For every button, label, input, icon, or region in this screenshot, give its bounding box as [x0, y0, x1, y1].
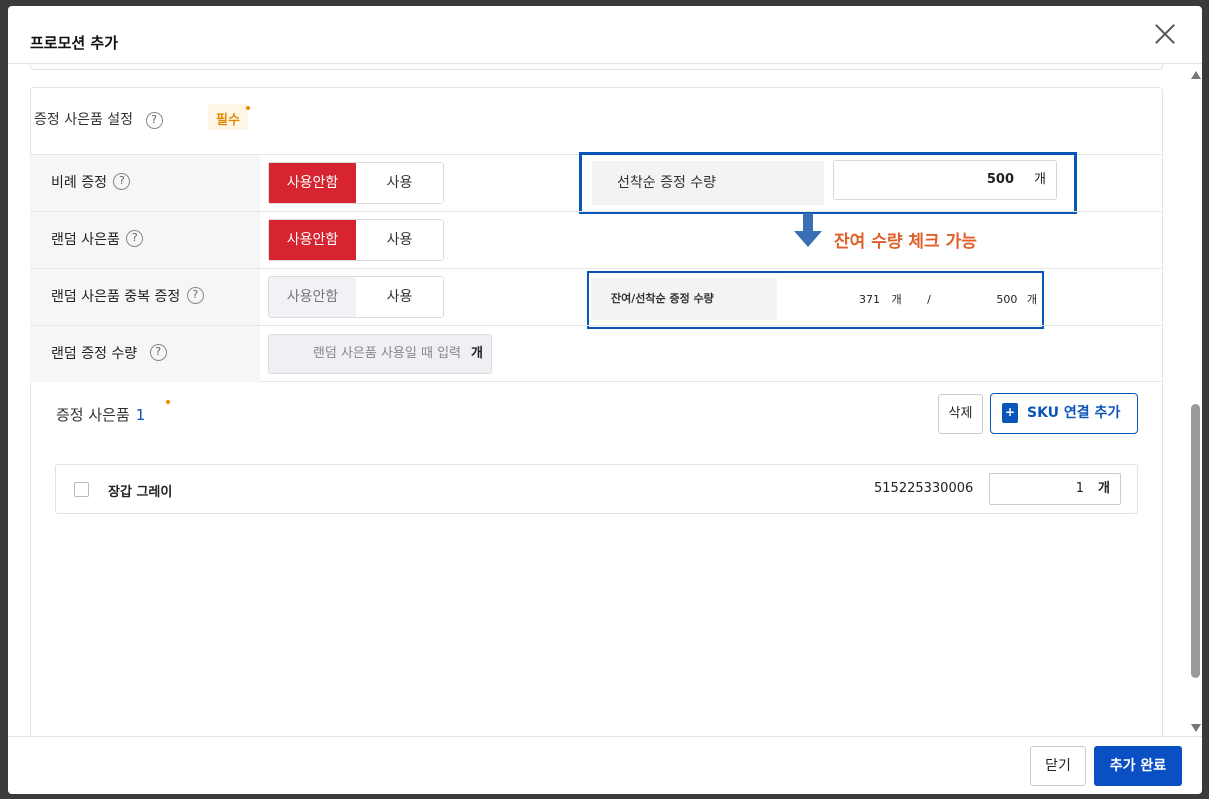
help-icon[interactable]: ? [145, 111, 163, 129]
unit-label: 개 [1098, 481, 1110, 496]
random-gift-toggle: 사용안함 사용 [268, 219, 444, 261]
document-add-icon [1002, 403, 1018, 423]
required-dot [166, 400, 170, 404]
gift-item-checkbox[interactable] [74, 482, 89, 497]
row-label: 비례 증정 ? [30, 155, 260, 211]
remaining-quantity-label: 잔여/선착순 증정 수량 [591, 278, 777, 320]
remaining-value: 371 [859, 293, 880, 306]
add-complete-button[interactable]: 추가 완료 [1094, 746, 1182, 786]
modal-title: 프로모션 추가 [30, 34, 119, 52]
first-come-quantity-input[interactable]: 500 개 [833, 160, 1057, 200]
gift-item-row: 장갑 그레이 515225330006 1 개 [55, 464, 1138, 514]
close-button[interactable]: 닫기 [1030, 746, 1086, 786]
unit-label: 개 [1034, 172, 1046, 187]
gift-settings-title-text: 증정 사은품 설정 [34, 112, 134, 128]
total-value: 500 [996, 293, 1018, 306]
random-gift-duplicate-toggle: 사용안함 사용 [268, 276, 444, 318]
row-label: 랜덤 사은품 ? [30, 212, 260, 268]
toggle-off-option[interactable]: 사용안함 [269, 220, 356, 260]
help-icon[interactable]: ? [113, 173, 131, 190]
row-label-text: 비례 증정 [51, 175, 107, 191]
row-label-text: 랜덤 증정 수량 [51, 346, 138, 362]
scroll-down-icon[interactable] [1191, 724, 1201, 732]
row-random-gift-quantity: 랜덤 증정 수량 ? 랜덤 사은품 사용일 때 입력 개 [30, 325, 1163, 382]
proportional-gift-toggle: 사용안함 사용 [268, 162, 444, 204]
gift-item-sku: 515225330006 [874, 481, 974, 496]
gift-item-name: 장갑 그레이 [108, 485, 173, 500]
row-label-text: 랜덤 사은품 중복 증정 [51, 289, 181, 305]
remaining-quantity-values: 371 개 / 500 개 [859, 291, 1037, 307]
add-sku-label: SKU 연결 추가 [1027, 405, 1121, 421]
row-proportional-gift: 비례 증정 ? 사용안함 사용 선착순 증정 수량 500 개 [30, 152, 1163, 214]
required-label: 필수 [216, 113, 240, 128]
required-badge: 필수 [208, 104, 250, 130]
row-label-text: 랜덤 사은품 [51, 232, 120, 248]
close-icon[interactable] [1154, 23, 1176, 45]
promotion-modal: 프로모션 추가 증정 사은품 설정 ? 필수 비례 증정 ? 사용안함 사용 선… [8, 6, 1202, 794]
toggle-off-option[interactable]: 사용안함 [269, 163, 356, 203]
help-icon[interactable]: ? [186, 287, 204, 304]
row-random-gift-duplicate: 랜덤 사은품 중복 증정 ? 사용안함 사용 잔여/선착순 증정 수량 371 … [30, 268, 1163, 329]
random-gift-quantity-input[interactable]: 랜덤 사은품 사용일 때 입력 개 [268, 334, 492, 374]
scroll-thumb[interactable] [1191, 404, 1200, 678]
toggle-on-option[interactable]: 사용 [356, 220, 443, 260]
gift-item-quantity-input[interactable]: 1 개 [989, 473, 1121, 505]
previous-section [30, 64, 1163, 70]
vertical-scrollbar[interactable] [1189, 68, 1202, 736]
unit-label: 개 [1026, 293, 1037, 306]
input-placeholder: 랜덤 사은품 사용일 때 입력 [312, 346, 461, 361]
gift-settings-title: 증정 사은품 설정 ? [34, 109, 163, 129]
first-come-quantity-highlight: 선착순 증정 수량 500 개 [579, 152, 1077, 214]
scroll-up-icon[interactable] [1191, 71, 1201, 79]
add-sku-link-button[interactable]: SKU 연결 추가 [990, 393, 1138, 434]
toggle-on-option[interactable]: 사용 [356, 277, 443, 317]
toggle-on-option[interactable]: 사용 [356, 163, 443, 203]
row-label: 랜덤 증정 수량 ? [30, 326, 260, 382]
first-come-quantity-value: 500 [986, 172, 1014, 187]
gift-items-title: 증정 사은품 1 [56, 404, 145, 425]
delete-button[interactable]: 삭제 [938, 394, 983, 434]
gift-items-title-text: 증정 사은품 [56, 406, 130, 424]
row-random-gift: 랜덤 사은품 ? 사용안함 사용 [30, 211, 1163, 268]
required-dot [245, 106, 250, 110]
modal-footer: 닫기 추가 완료 [8, 736, 1202, 794]
separator: / [927, 293, 931, 306]
modal-body: 증정 사은품 설정 ? 필수 비례 증정 ? 사용안함 사용 선착순 증정 수량… [8, 64, 1188, 736]
toggle-off-option[interactable]: 사용안함 [269, 277, 356, 317]
unit-label: 개 [891, 293, 902, 306]
gift-item-quantity: 1 [1075, 481, 1084, 496]
help-icon[interactable]: ? [126, 230, 144, 247]
modal-header: 프로모션 추가 [8, 6, 1202, 64]
first-come-quantity-label: 선착순 증정 수량 [592, 161, 824, 205]
row-label: 랜덤 사은품 중복 증정 ? [30, 269, 260, 325]
remaining-quantity-highlight: 잔여/선착순 증정 수량 371 개 / 500 개 [587, 271, 1044, 329]
gift-items-count: 1 [135, 406, 146, 424]
help-icon[interactable]: ? [149, 344, 167, 361]
unit-label: 개 [471, 346, 483, 361]
